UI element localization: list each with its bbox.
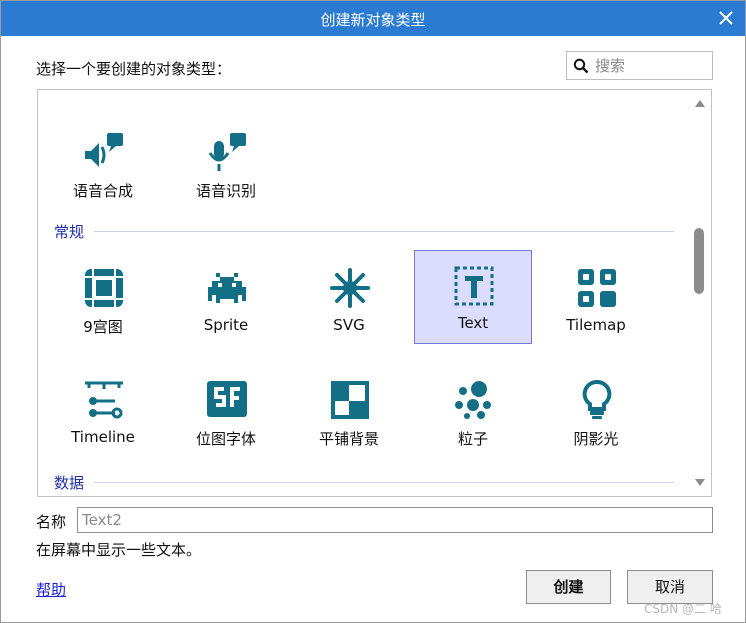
cancel-button[interactable]: 取消 — [627, 570, 713, 604]
scroll-down-arrow-icon[interactable] — [695, 479, 705, 486]
name-label: 名称 — [36, 513, 67, 531]
tile-label: 平铺背景 — [318, 430, 379, 448]
tile-label: SVG — [333, 316, 365, 334]
grid-tiles-icon — [576, 267, 618, 309]
tile-label: Timeline — [71, 428, 135, 446]
tile-label: 位图字体 — [195, 430, 256, 448]
object-type-sprite[interactable]: Sprite — [167, 252, 285, 346]
object-type-9patch[interactable]: 9宫图 — [44, 252, 162, 346]
lightbulb-icon — [576, 379, 618, 421]
object-type-timeline[interactable]: Timeline — [44, 364, 162, 458]
title-bar: 创建新对象类型 — [1, 1, 745, 36]
tile-label: 语音识别 — [195, 182, 256, 200]
scroll-thumb[interactable] — [694, 228, 704, 294]
search-icon — [573, 58, 589, 74]
timeline-icon — [83, 379, 125, 421]
object-type-particles[interactable]: 粒子 — [414, 364, 532, 458]
object-type-tilemap[interactable]: Tilemap — [537, 252, 655, 346]
tile-label: Text — [457, 314, 489, 332]
watermark: CSDN @二 哈 — [644, 602, 722, 616]
scroll-up-arrow-icon[interactable] — [695, 100, 705, 107]
help-link[interactable]: 帮助 — [36, 579, 66, 600]
section-general-label: 常规 — [54, 223, 85, 241]
tile-label: 9宫图 — [83, 318, 123, 336]
nine-patch-icon — [83, 267, 125, 309]
prompt-label: 选择一个要创建的对象类型： — [36, 60, 232, 78]
dialog-title: 创建新对象类型 — [320, 11, 426, 29]
speaker-speech-icon — [83, 131, 125, 173]
section-data: 数据 — [54, 472, 674, 493]
section-data-label: 数据 — [54, 474, 85, 492]
microphone-speech-icon — [206, 131, 248, 173]
tile-label: Tilemap — [566, 316, 626, 334]
object-description: 在屏幕中显示一些文本。 — [36, 541, 202, 559]
object-type-svg[interactable]: SVG — [290, 252, 408, 346]
tile-label: 粒子 — [457, 430, 488, 448]
search-input[interactable] — [593, 54, 709, 77]
create-object-dialog: 创建新对象类型 选择一个要创建的对象类型： 语音合成 — [0, 0, 746, 623]
sf-font-icon — [206, 379, 248, 421]
create-button[interactable]: 创建 — [526, 570, 611, 604]
name-input[interactable] — [77, 507, 713, 533]
text-box-icon — [453, 265, 495, 307]
search-box[interactable] — [566, 51, 713, 80]
object-type-list[interactable]: 语音合成 语音识别 常规 9宫图 Sprite SVG Text Tilemap… — [37, 89, 712, 497]
object-type-shadow-light[interactable]: 阴影光 — [537, 364, 655, 458]
tile-label: 阴影光 — [573, 430, 619, 448]
close-icon[interactable] — [715, 7, 737, 29]
checker-tile-icon — [329, 379, 371, 421]
section-general: 常规 — [54, 221, 674, 242]
vertical-scrollbar[interactable] — [689, 90, 711, 496]
particles-icon — [453, 379, 495, 421]
section-divider — [94, 231, 674, 232]
space-invader-icon — [206, 267, 248, 309]
object-type-tts[interactable]: 语音合成 — [44, 116, 162, 210]
tile-label: Sprite — [203, 316, 249, 334]
object-type-tiled-background[interactable]: 平铺背景 — [290, 364, 408, 458]
object-type-text[interactable]: Text — [414, 250, 532, 344]
section-divider — [94, 482, 674, 483]
object-type-bitmap-font[interactable]: 位图字体 — [167, 364, 285, 458]
asterisk-icon — [329, 267, 371, 309]
object-type-stt[interactable]: 语音识别 — [167, 116, 285, 210]
tile-label: 语音合成 — [72, 182, 133, 200]
